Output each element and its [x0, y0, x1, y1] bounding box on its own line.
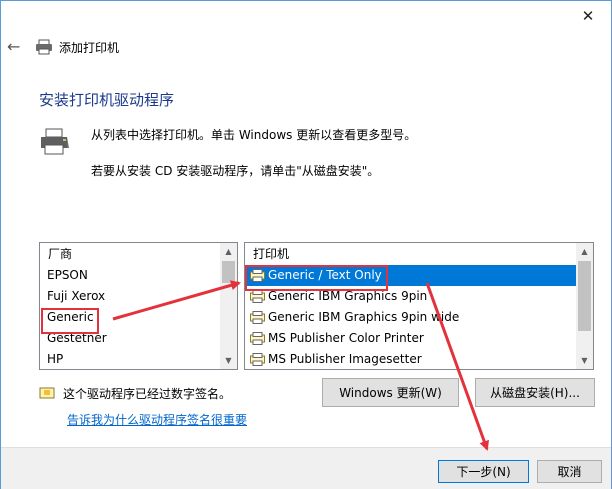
- scroll-down-icon[interactable]: ▼: [576, 352, 593, 369]
- printer-large-icon: [41, 128, 69, 155]
- close-button[interactable]: ✕: [565, 1, 611, 31]
- back-arrow-icon: ←: [7, 37, 21, 56]
- have-disk-button[interactable]: 从磁盘安装(H)...: [475, 378, 595, 407]
- cancel-button[interactable]: 取消: [537, 460, 602, 483]
- description-line-1: 从列表中选择打印机。单击 Windows 更新以查看更多型号。: [91, 128, 417, 142]
- printer-item-icon: [250, 311, 265, 324]
- printer-item-label: MS Publisher Imagesetter: [268, 352, 422, 366]
- driver-signed-text: 这个驱动程序已经过数字签名。: [63, 387, 232, 401]
- printer-item[interactable]: MS Publisher Imagesetter: [245, 349, 593, 369]
- description-line-2: 若要从安装 CD 安装驱动程序，请单击"从磁盘安装"。: [91, 164, 380, 178]
- printer-item-icon: [250, 353, 265, 366]
- printer-scrollbar[interactable]: ▲ ▼: [576, 243, 593, 369]
- back-button[interactable]: ←: [7, 37, 20, 56]
- next-button[interactable]: 下一步(N): [438, 460, 529, 483]
- printer-icon: [36, 39, 52, 55]
- manufacturer-item[interactable]: EPSON: [40, 265, 237, 286]
- manufacturer-list-header: 厂商: [48, 247, 73, 261]
- printer-item-icon: [250, 290, 265, 303]
- signed-driver-icon: [39, 387, 55, 399]
- annotation-box-generic: [41, 308, 99, 334]
- printer-item-label: MS Publisher Color Printer: [268, 331, 424, 345]
- scroll-thumb[interactable]: [578, 261, 591, 331]
- scroll-thumb[interactable]: [222, 261, 235, 283]
- signing-info-link[interactable]: 告诉我为什么驱动程序签名很重要: [67, 411, 247, 428]
- manufacturer-scrollbar[interactable]: ▲ ▼: [220, 243, 237, 369]
- printer-item-icon: [250, 332, 265, 345]
- scroll-up-icon[interactable]: ▲: [220, 243, 237, 260]
- printer-item[interactable]: MS Publisher Color Printer: [245, 328, 593, 349]
- windows-update-button[interactable]: Windows 更新(W): [322, 378, 459, 407]
- scroll-up-icon[interactable]: ▲: [576, 243, 593, 260]
- window-title: 添加打印机: [59, 41, 120, 55]
- annotation-box-text-only: [245, 265, 388, 291]
- printer-list-header: 打印机: [253, 247, 290, 261]
- page-heading: 安装打印机驱动程序: [39, 91, 175, 109]
- scroll-down-icon[interactable]: ▼: [220, 352, 237, 369]
- printer-item[interactable]: Generic IBM Graphics 9pin wide: [245, 307, 593, 328]
- manufacturer-list[interactable]: 厂商 EPSON Fuji Xerox Generic Gestetner HP…: [39, 242, 238, 370]
- manufacturer-item[interactable]: HP: [40, 349, 237, 369]
- close-icon: ✕: [581, 7, 595, 25]
- manufacturer-item[interactable]: Fuji Xerox: [40, 286, 237, 307]
- printer-item-label: Generic IBM Graphics 9pin wide: [268, 310, 460, 324]
- printer-list[interactable]: 打印机 Generic / Text Only Generic IBM Grap…: [244, 242, 594, 370]
